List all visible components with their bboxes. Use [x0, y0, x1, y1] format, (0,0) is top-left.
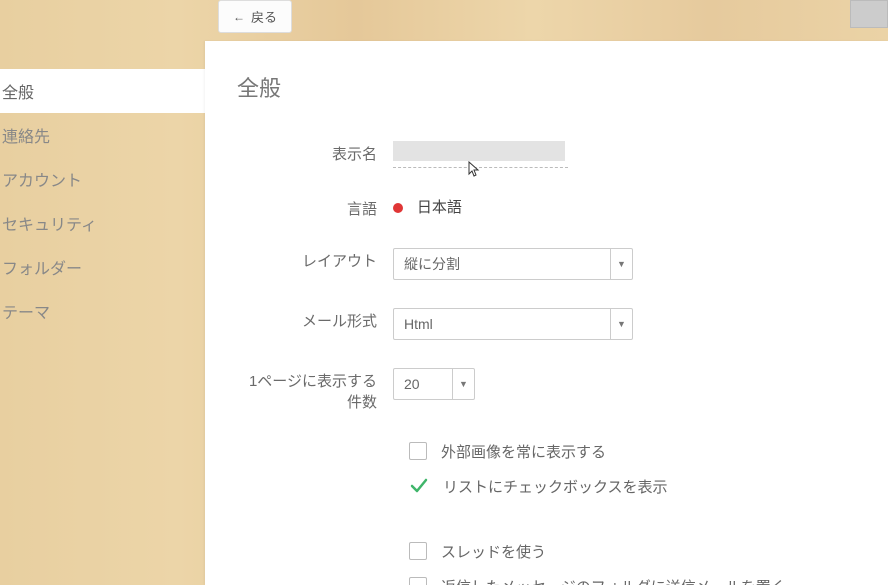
arrow-left-icon: ← [233, 10, 245, 24]
checkbox-icon [409, 577, 427, 585]
corner-placeholder [850, 0, 888, 28]
sidebar-item-account[interactable]: アカウント [0, 157, 205, 201]
sidebar-item-theme[interactable]: テーマ [0, 289, 205, 333]
checkbox-use-threads[interactable]: スレッドを使う [409, 541, 862, 562]
back-button-label: 戻る [251, 7, 277, 26]
general-panel: 全般 表示名 言語 日本語 レイアウト 縦に分割 ▼ [205, 41, 888, 585]
settings-sidebar: 全般 連絡先 アカウント セキュリティ フォルダー テーマ [0, 41, 205, 585]
sidebar-item-general[interactable]: 全般 [0, 69, 205, 113]
layout-label: レイアウト [237, 248, 393, 272]
flag-dot-icon [393, 203, 403, 213]
per-page-label: 1ページに表示する件数 [237, 368, 393, 413]
language-label: 言語 [237, 196, 393, 220]
mail-format-select[interactable]: Html ▼ [393, 308, 633, 340]
chevron-down-icon: ▼ [610, 249, 632, 279]
language-value[interactable]: 日本語 [393, 196, 862, 217]
display-name-underline [393, 167, 568, 168]
sidebar-item-security[interactable]: セキュリティ [0, 201, 205, 245]
checkbox-icon [409, 542, 427, 560]
sidebar-item-contacts[interactable]: 連絡先 [0, 113, 205, 157]
display-name-field[interactable] [393, 141, 565, 161]
page-title: 全般 [237, 71, 862, 103]
mail-format-label: メール形式 [237, 308, 393, 332]
chevron-down-icon: ▼ [452, 369, 474, 399]
checkmark-icon [409, 476, 429, 496]
chevron-down-icon: ▼ [610, 309, 632, 339]
display-name-label: 表示名 [237, 141, 393, 165]
checkbox-external-images[interactable]: 外部画像を常に表示する [409, 441, 862, 462]
sidebar-item-folders[interactable]: フォルダー [0, 245, 205, 289]
pointer-cursor-icon [463, 161, 481, 186]
checkbox-list-checkboxes[interactable]: リストにチェックボックスを表示 [409, 476, 862, 497]
checkbox-store-sent-in-folder[interactable]: 返信したメッセージのフォルダに送信メールを置く [409, 576, 862, 585]
checkbox-icon [409, 442, 427, 460]
per-page-select[interactable]: 20 ▼ [393, 368, 475, 400]
back-button[interactable]: ← 戻る [218, 0, 292, 33]
layout-select[interactable]: 縦に分割 ▼ [393, 248, 633, 280]
